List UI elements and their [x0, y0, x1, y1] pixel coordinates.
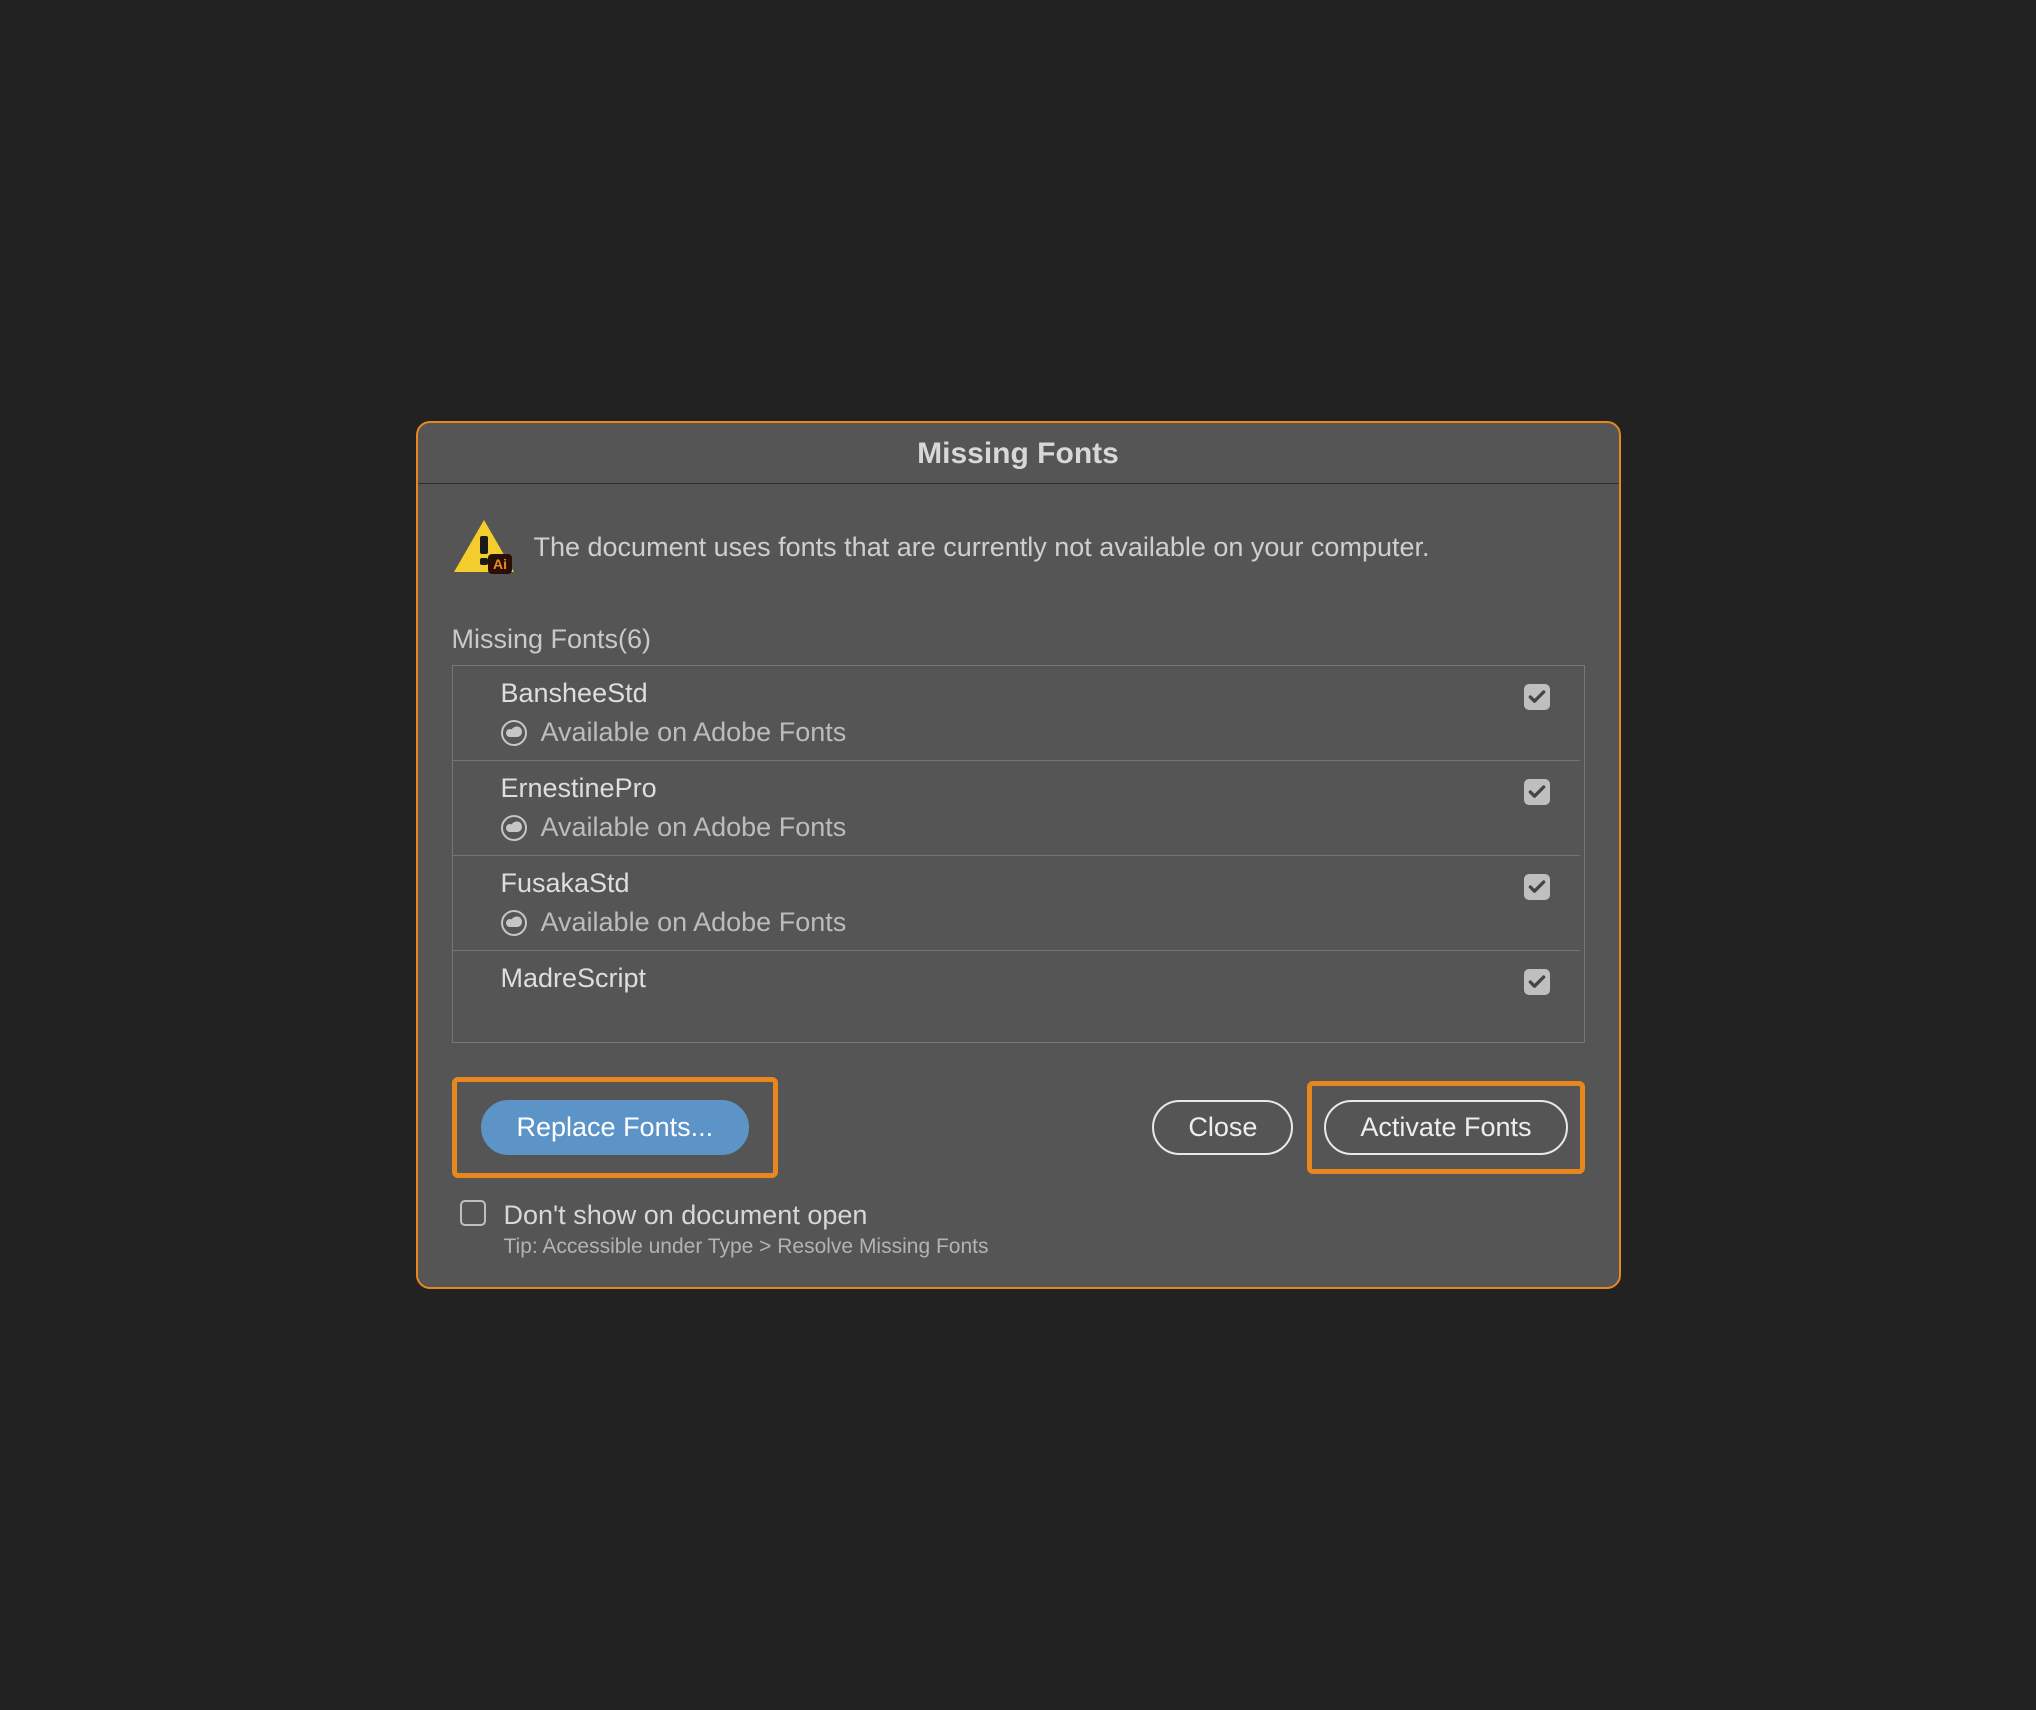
missing-fonts-scroll[interactable]: BansheeStd Available on Adobe Fonts — [453, 666, 1584, 1042]
warning-triangle-icon: Ai — [452, 518, 516, 576]
font-row: MadreScript — [453, 951, 1580, 1014]
dialog-titlebar: Missing Fonts — [418, 423, 1619, 484]
dialog-button-row: Replace Fonts... Close Activate Fonts — [452, 1077, 1585, 1178]
dont-show-row: Don't show on document open Tip: Accessi… — [460, 1200, 1585, 1259]
font-activate-checkbox[interactable] — [1524, 684, 1550, 710]
font-status: Available on Adobe Fonts — [541, 812, 847, 843]
font-name: ErnestinePro — [501, 773, 1560, 804]
font-row: ErnestinePro Available on Adobe Fonts — [453, 761, 1580, 856]
warning-row: Ai The document uses fonts that are curr… — [452, 518, 1585, 576]
font-name: MadreScript — [501, 963, 1560, 994]
font-activate-checkbox[interactable] — [1524, 874, 1550, 900]
replace-fonts-button[interactable]: Replace Fonts... — [481, 1100, 750, 1155]
font-name: FusakaStd — [501, 868, 1560, 899]
highlight-activate: Activate Fonts — [1307, 1081, 1584, 1174]
font-name: BansheeStd — [501, 678, 1560, 709]
creative-cloud-icon — [501, 910, 527, 936]
font-activate-checkbox[interactable] — [1524, 779, 1550, 805]
creative-cloud-icon — [501, 720, 527, 746]
dont-show-label: Don't show on document open — [504, 1200, 989, 1231]
dialog-title: Missing Fonts — [917, 437, 1119, 470]
missing-fonts-dialog: Missing Fonts Ai The document uses fonts… — [416, 421, 1621, 1289]
font-row: FusakaStd Available on Adobe Fonts — [453, 856, 1580, 951]
missing-fonts-count-label: Missing Fonts(6) — [452, 624, 1585, 655]
creative-cloud-icon — [501, 815, 527, 841]
warning-message: The document uses fonts that are current… — [534, 532, 1430, 563]
font-status: Available on Adobe Fonts — [541, 717, 847, 748]
close-button[interactable]: Close — [1152, 1100, 1293, 1155]
activate-fonts-button[interactable]: Activate Fonts — [1324, 1100, 1567, 1155]
font-status: Available on Adobe Fonts — [541, 907, 847, 938]
dont-show-checkbox[interactable] — [460, 1200, 486, 1226]
font-activate-checkbox[interactable] — [1524, 969, 1550, 995]
dialog-body: Ai The document uses fonts that are curr… — [418, 484, 1619, 1287]
dont-show-tip: Tip: Accessible under Type > Resolve Mis… — [504, 1235, 989, 1259]
svg-text:Ai: Ai — [493, 556, 507, 572]
font-row: BansheeStd Available on Adobe Fonts — [453, 666, 1580, 761]
missing-fonts-list: BansheeStd Available on Adobe Fonts — [452, 665, 1585, 1043]
highlight-replace: Replace Fonts... — [452, 1077, 779, 1178]
